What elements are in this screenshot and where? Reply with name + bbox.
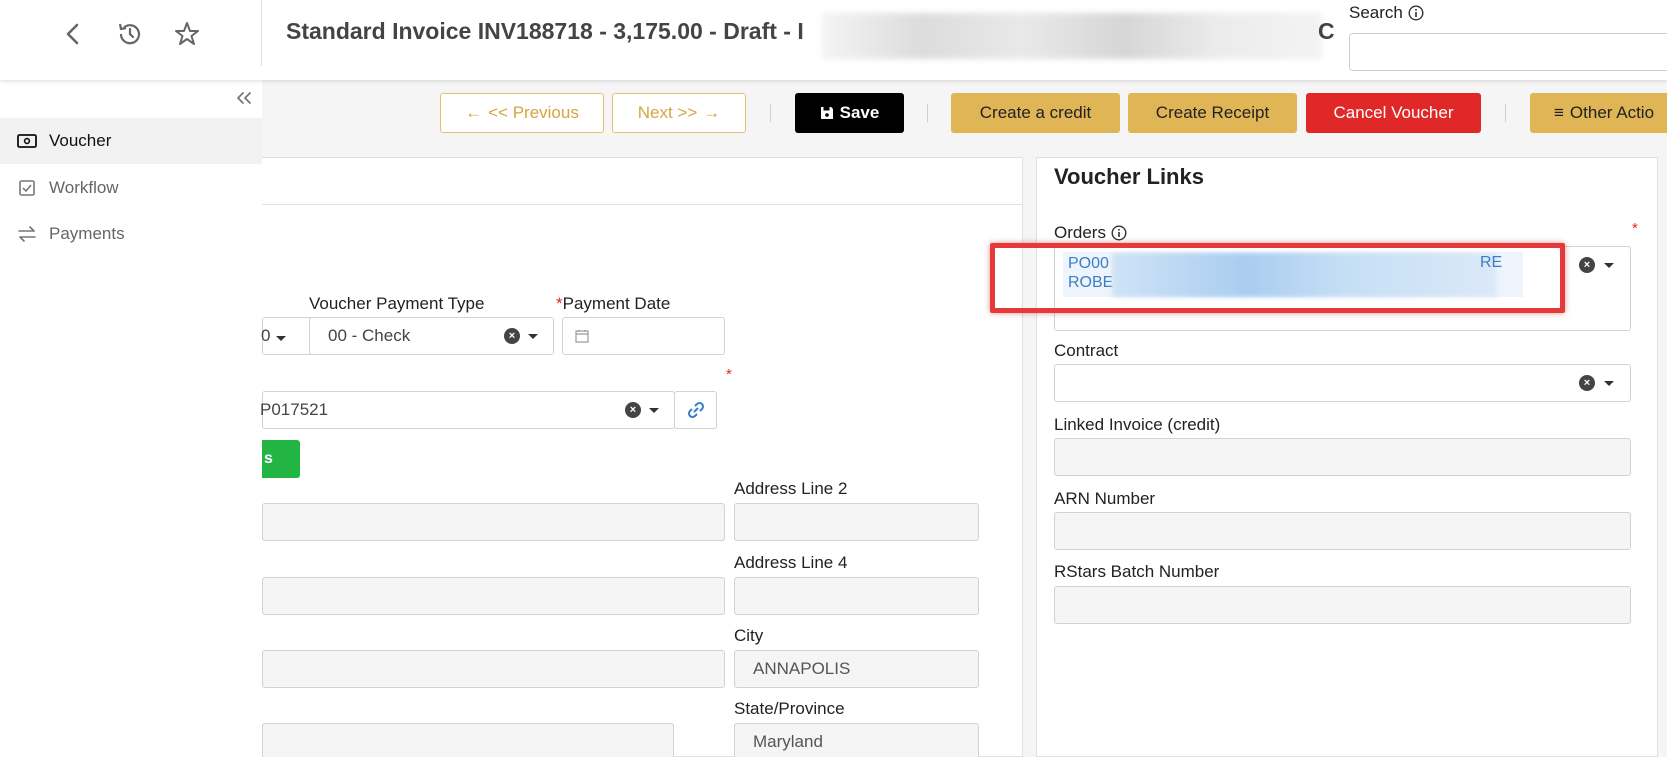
sidebar-item-payments[interactable]: Payments — [0, 211, 262, 257]
arrow-right-icon: → — [703, 103, 721, 122]
create-receipt-button[interactable]: Create Receipt — [1128, 93, 1297, 133]
calendar-icon — [575, 330, 589, 343]
clear-icon[interactable]: × — [625, 402, 641, 418]
voucher-links-title: Voucher Links — [1054, 164, 1204, 189]
vendor-value: P017521 — [260, 400, 329, 419]
previous-label: << Previous — [488, 103, 579, 122]
arn-number-input[interactable] — [1054, 512, 1631, 550]
address-line3-input[interactable] — [262, 577, 725, 615]
sidebar-item-voucher[interactable]: Voucher — [0, 118, 262, 164]
address-extra-input[interactable] — [262, 650, 725, 688]
state-input[interactable]: Maryland — [734, 723, 979, 757]
other-actions-label: Other Actio — [1569, 103, 1655, 122]
sidebar-item-label: Voucher — [49, 131, 112, 150]
clear-icon[interactable]: × — [504, 328, 520, 344]
required-marker: * — [556, 294, 563, 313]
linked-invoice-input[interactable] — [1054, 438, 1631, 476]
search-label: Search — [1349, 3, 1424, 23]
top-bar: Standard Invoice INV188718 - 3,175.00 - … — [0, 0, 1667, 80]
previous-button[interactable]: ← << Previous — [440, 93, 604, 133]
address-line2-input[interactable] — [734, 503, 979, 541]
rstars-batch-label: RStars Batch Number — [1054, 562, 1220, 581]
chevron-down-icon — [649, 408, 659, 413]
save-button[interactable]: Save — [795, 93, 904, 133]
info-icon — [1111, 225, 1127, 241]
voucher-payment-type-value: 00 - Check — [328, 326, 411, 345]
voucher-payment-type-label: Voucher Payment Type — [309, 294, 485, 313]
star-icon[interactable] — [171, 18, 203, 50]
state-value: Maryland — [753, 732, 823, 751]
payment-date-input[interactable] — [562, 317, 725, 355]
required-marker: * — [726, 366, 732, 383]
voucher-payment-type-select[interactable]: 00 - Check × — [309, 317, 554, 355]
top-bar-divider — [261, 0, 262, 66]
create-credit-button[interactable]: Create a credit — [951, 93, 1120, 133]
sidebar-item-label: Payments — [49, 224, 125, 243]
required-marker: * — [1632, 220, 1638, 237]
arrow-left-icon: ← — [465, 103, 483, 122]
vendor-link-button[interactable] — [674, 391, 717, 429]
link-icon — [687, 401, 705, 419]
clear-icon[interactable]: × — [1579, 257, 1595, 273]
city-value: ANNAPOLIS — [753, 659, 851, 678]
address-action-button[interactable]: s — [262, 440, 300, 478]
address-line4-input[interactable] — [734, 577, 979, 615]
save-icon — [820, 107, 833, 119]
clear-icon[interactable]: × — [1579, 375, 1595, 391]
contract-label: Contract — [1054, 341, 1119, 360]
chevron-down-icon — [528, 334, 538, 339]
money-icon — [17, 134, 37, 148]
rstars-batch-input[interactable] — [1054, 586, 1631, 624]
chevron-down-icon — [276, 336, 286, 341]
history-icon[interactable] — [114, 18, 146, 50]
toolbar-divider — [770, 104, 771, 122]
payment-date-label-text: Payment Date — [562, 294, 671, 313]
chevron-down-icon — [1604, 263, 1614, 268]
cancel-voucher-button[interactable]: Cancel Voucher — [1306, 93, 1481, 133]
page-title: Standard Invoice INV188718 - 3,175.00 - … — [286, 18, 804, 44]
menu-icon: ≡ — [1554, 103, 1564, 122]
back-icon[interactable] — [57, 18, 89, 50]
annotation-highlight-box — [990, 243, 1565, 313]
other-actions-button[interactable]: ≡ Other Actio — [1530, 93, 1667, 133]
toolbar-divider — [1505, 104, 1506, 122]
address-line1-input[interactable] — [262, 503, 725, 541]
chevron-down-icon — [1604, 381, 1614, 386]
save-label: Save — [839, 103, 880, 122]
payment-date-label: *Payment Date — [556, 294, 670, 314]
sidebar-item-label: Workflow — [49, 178, 119, 197]
partial-select-value: 0 — [261, 326, 271, 345]
search-label-text: Search — [1349, 3, 1403, 22]
address-line2-label: Address Line 2 — [734, 479, 848, 498]
info-icon — [1408, 5, 1424, 21]
checkbox-icon — [17, 180, 37, 196]
contract-select[interactable]: × — [1054, 364, 1631, 402]
sidebar-item-workflow[interactable]: Workflow — [0, 165, 262, 211]
orders-label: Orders — [1054, 223, 1127, 243]
transfer-icon — [17, 226, 37, 242]
toolbar-divider — [927, 104, 928, 122]
city-input[interactable]: ANNAPOLIS — [734, 650, 979, 688]
next-label: Next >> — [637, 103, 698, 122]
city-label: City — [734, 626, 764, 645]
address-line4-label: Address Line 4 — [734, 553, 848, 572]
card-header-divider — [262, 204, 1022, 205]
next-button[interactable]: Next >> → — [612, 93, 746, 133]
redacted-title-part — [822, 13, 1322, 59]
arn-number-label: ARN Number — [1054, 489, 1156, 508]
state-label: State/Province — [734, 699, 845, 718]
search-input[interactable] — [1349, 33, 1667, 71]
vendor-select[interactable]: P017521 × — [260, 391, 675, 429]
zip-input[interactable] — [262, 723, 674, 757]
orders-label-text: Orders — [1054, 223, 1106, 242]
collapse-sidebar-icon[interactable] — [236, 88, 252, 111]
page-title-tail: C — [1318, 18, 1335, 44]
linked-invoice-label: Linked Invoice (credit) — [1054, 415, 1221, 434]
